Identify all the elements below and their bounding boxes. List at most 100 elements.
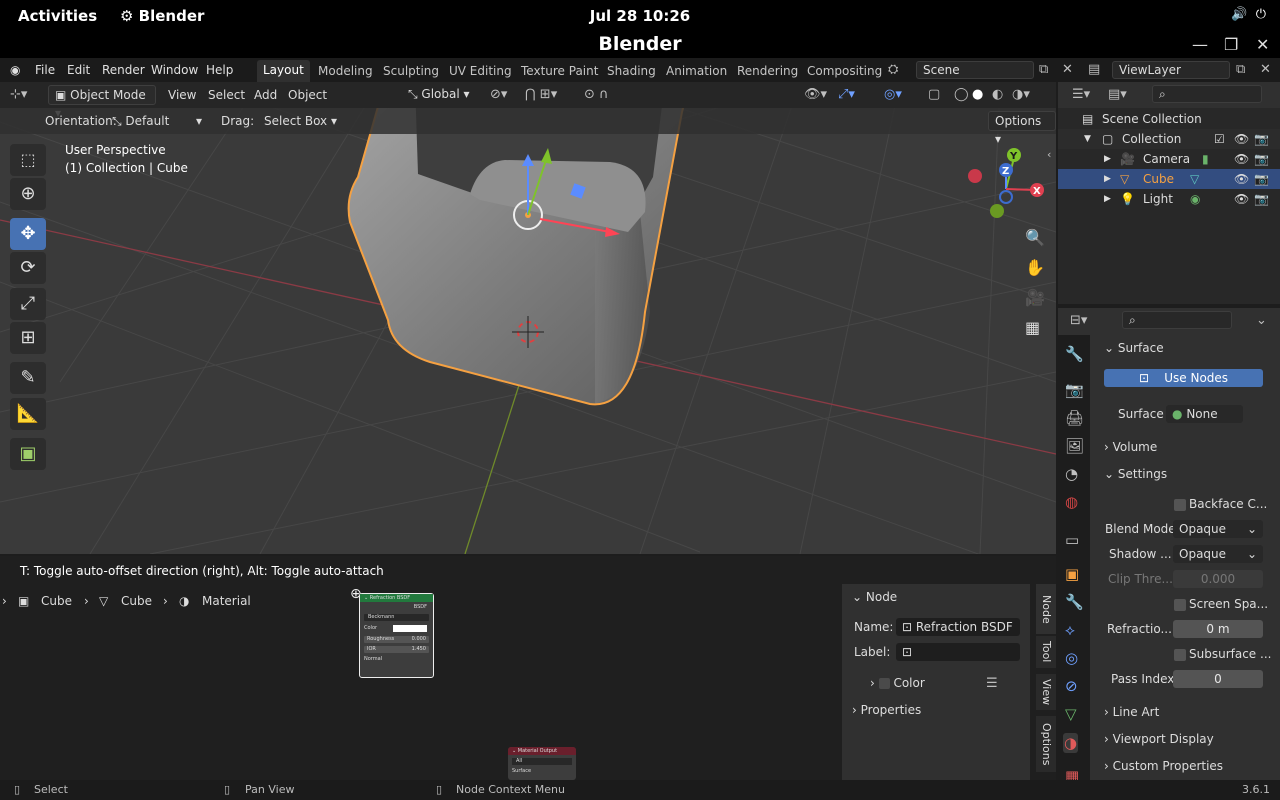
material-output-node[interactable]: ⌄ Material Output All Surface bbox=[508, 747, 576, 780]
properties-editor-type-icon[interactable]: ⊟▾ bbox=[1070, 313, 1087, 328]
workspace-tab-rendering[interactable]: Rendering bbox=[737, 64, 798, 78]
bsdf-output-socket[interactable]: BSDF bbox=[360, 604, 433, 610]
custom-properties-panel-toggle[interactable]: › Custom Properties bbox=[1104, 759, 1223, 773]
outliner-row-collection[interactable]: ▼ ▢ Collection ☑ 👁 📷 bbox=[1058, 129, 1280, 149]
annotate-tool[interactable]: ✎ bbox=[10, 362, 46, 394]
pan-hand-icon[interactable]: ✋ bbox=[1025, 258, 1045, 277]
xray-icon[interactable]: ▢ bbox=[928, 87, 940, 102]
menu-file[interactable]: File bbox=[35, 63, 55, 77]
camera-data-icon[interactable]: ▮ bbox=[1202, 149, 1209, 169]
workspace-tab-layout[interactable]: Layout bbox=[257, 60, 310, 82]
workspace-tab-texture-paint[interactable]: Texture Paint bbox=[521, 64, 598, 78]
delete-view-layer-icon[interactable]: ✕ bbox=[1260, 62, 1271, 77]
ior-field[interactable]: IOR 1.450 bbox=[364, 646, 429, 653]
color-swatch[interactable] bbox=[393, 625, 427, 632]
proportional-edit-icon[interactable]: ⊙ ∩ bbox=[584, 87, 609, 102]
menu-edit[interactable]: Edit bbox=[67, 63, 90, 77]
orientation-dropdown[interactable]: ⤡ Default ▾ bbox=[112, 114, 202, 129]
workspace-tab-modeling[interactable]: Modeling bbox=[318, 64, 373, 78]
line-art-panel-toggle[interactable]: › Line Art bbox=[1104, 705, 1159, 719]
workspace-tab-compositing[interactable]: Compositing bbox=[807, 64, 882, 78]
surface-input-socket[interactable]: Surface bbox=[512, 768, 572, 774]
volume-panel-toggle[interactable]: › Volume bbox=[1104, 440, 1157, 454]
pass-index-field[interactable]: 0 bbox=[1173, 670, 1263, 688]
clock[interactable]: Jul 28 10:26 bbox=[0, 7, 1280, 25]
menu-render[interactable]: Render bbox=[102, 63, 145, 77]
scene-icon[interactable]: ⛭ bbox=[888, 62, 898, 77]
collection-tab-icon[interactable]: ▭ bbox=[1065, 531, 1079, 549]
roughness-field[interactable]: Roughness 0.000 bbox=[364, 636, 429, 643]
outliner-editor-type-icon[interactable]: ☰▾ bbox=[1072, 87, 1090, 102]
backface-culling-checkbox[interactable] bbox=[1174, 499, 1186, 511]
close-icon[interactable]: ✕ bbox=[1256, 35, 1269, 54]
object-tab-icon[interactable]: ▣ bbox=[1065, 565, 1079, 583]
minimize-icon[interactable]: — bbox=[1192, 35, 1208, 54]
expand-chevron-icon[interactable]: ▶ bbox=[1104, 189, 1111, 209]
color-panel-checkbox[interactable] bbox=[878, 678, 890, 689]
visibility-eye-icon[interactable]: 👁 bbox=[1234, 189, 1249, 209]
perspective-toggle-icon[interactable]: ▦ bbox=[1025, 318, 1040, 337]
scene-tab-icon[interactable]: ◔ bbox=[1065, 465, 1078, 483]
visibility-eye-icon[interactable]: 👁 bbox=[1234, 129, 1249, 149]
move-tool[interactable]: ✥ bbox=[10, 218, 46, 250]
outliner-row-scene-collection[interactable]: ▤ Scene Collection bbox=[1058, 109, 1280, 129]
zoom-icon[interactable]: 🔍 bbox=[1025, 228, 1045, 247]
scale-tool[interactable]: ⤢ bbox=[10, 288, 46, 320]
screen-space-refraction-checkbox[interactable] bbox=[1174, 599, 1186, 611]
display-mode-icon[interactable]: ▤▾ bbox=[1108, 87, 1127, 102]
shading-material-icon[interactable]: ◐ bbox=[992, 87, 1003, 102]
expand-chevron-icon[interactable]: ▶ bbox=[1104, 169, 1111, 189]
navigation-gizmo[interactable]: Y Z X bbox=[966, 144, 1056, 224]
color-panel-toggle[interactable]: › Color bbox=[870, 676, 925, 690]
scene-selector[interactable]: Scene bbox=[916, 61, 1034, 79]
transform-orientation-dropdown[interactable]: ⤡ Global ▾ bbox=[408, 87, 470, 102]
distribution-dropdown[interactable]: Beckmann bbox=[364, 614, 429, 621]
light-data-icon[interactable]: ◉ bbox=[1190, 189, 1200, 209]
menu-help[interactable]: Help bbox=[206, 63, 233, 77]
node-panel-toggle[interactable]: ⌄ Node bbox=[852, 590, 897, 604]
blend-mode-dropdown[interactable]: Opaque ⌄ bbox=[1173, 520, 1263, 538]
tool-tab-icon[interactable]: 🔧 bbox=[1065, 345, 1084, 363]
expand-chevron-icon[interactable]: ▼ bbox=[1084, 129, 1091, 149]
outliner-row-camera[interactable]: ▶ 🎥 Camera ▮ 👁 📷 bbox=[1058, 149, 1280, 169]
outliner-row-cube[interactable]: ▶ ▽ Cube ▽ 👁 📷 bbox=[1058, 169, 1280, 189]
overlays-icon[interactable]: ◎▾ bbox=[884, 87, 902, 102]
pivot-icon[interactable]: ⊘▾ bbox=[490, 87, 507, 102]
sidebar-tab-view[interactable]: View bbox=[1036, 674, 1056, 710]
color-presets-icon[interactable]: ☰ bbox=[986, 676, 998, 691]
view-layer-tab-icon[interactable]: 🖼 bbox=[1065, 437, 1084, 455]
menu-window[interactable]: Window bbox=[151, 63, 198, 77]
render-tab-icon[interactable]: 📷 bbox=[1065, 381, 1084, 399]
outliner-row-light[interactable]: ▶ 💡 Light ◉ 👁 📷 bbox=[1058, 189, 1280, 209]
viewport-display-panel-toggle[interactable]: › Viewport Display bbox=[1104, 732, 1214, 746]
data-tab-icon[interactable]: ▽ bbox=[1065, 705, 1077, 723]
normal-input-socket[interactable]: Normal bbox=[364, 656, 429, 662]
camera-view-icon[interactable]: 🎥 bbox=[1025, 288, 1045, 307]
refraction-bsdf-node[interactable]: ⌄ Refraction BSDF BSDF Beckmann Color Ro… bbox=[359, 593, 434, 678]
refraction-depth-field[interactable]: 0 m bbox=[1173, 620, 1263, 638]
blender-logo-icon[interactable]: ◉ bbox=[10, 63, 20, 77]
new-view-layer-icon[interactable]: ⧉ bbox=[1236, 62, 1245, 77]
use-nodes-button[interactable]: ⊡ Use Nodes bbox=[1104, 369, 1263, 387]
output-tab-icon[interactable]: 🖨 bbox=[1065, 409, 1084, 427]
delete-scene-icon[interactable]: ✕ bbox=[1062, 62, 1073, 77]
shading-wireframe-icon[interactable]: ◯ bbox=[954, 87, 969, 102]
transform-tool[interactable]: ⊞ bbox=[10, 322, 46, 354]
node-title[interactable]: ⌄ Refraction BSDF bbox=[360, 594, 433, 602]
render-camera-icon[interactable]: 📷 bbox=[1254, 169, 1269, 189]
sidebar-tab-tool[interactable]: Tool bbox=[1036, 636, 1056, 668]
physics-tab-icon[interactable]: ◎ bbox=[1065, 649, 1078, 667]
constraints-tab-icon[interactable]: ⊘ bbox=[1065, 677, 1078, 695]
sidebar-tab-node[interactable]: Node bbox=[1036, 584, 1056, 634]
visibility-eye-icon[interactable]: 👁 bbox=[1234, 169, 1249, 189]
viewport-menu-add[interactable]: Add bbox=[254, 88, 277, 102]
mode-dropdown[interactable]: ▣ Object Mode ▾ bbox=[48, 85, 156, 120]
shadow-mode-dropdown[interactable]: Opaque ⌄ bbox=[1173, 545, 1263, 563]
view-layer-icon[interactable]: ▤ bbox=[1088, 62, 1100, 77]
maximize-icon[interactable]: ❐ bbox=[1224, 35, 1238, 54]
particles-tab-icon[interactable]: ⟡ bbox=[1065, 621, 1075, 639]
surface-panel-toggle[interactable]: ⌄ Surface bbox=[1104, 341, 1164, 355]
sidebar-tab-options[interactable]: Options bbox=[1036, 716, 1056, 772]
rotate-tool[interactable]: ⟳ bbox=[10, 252, 46, 284]
node-label-input[interactable]: ⊡ bbox=[896, 643, 1020, 661]
